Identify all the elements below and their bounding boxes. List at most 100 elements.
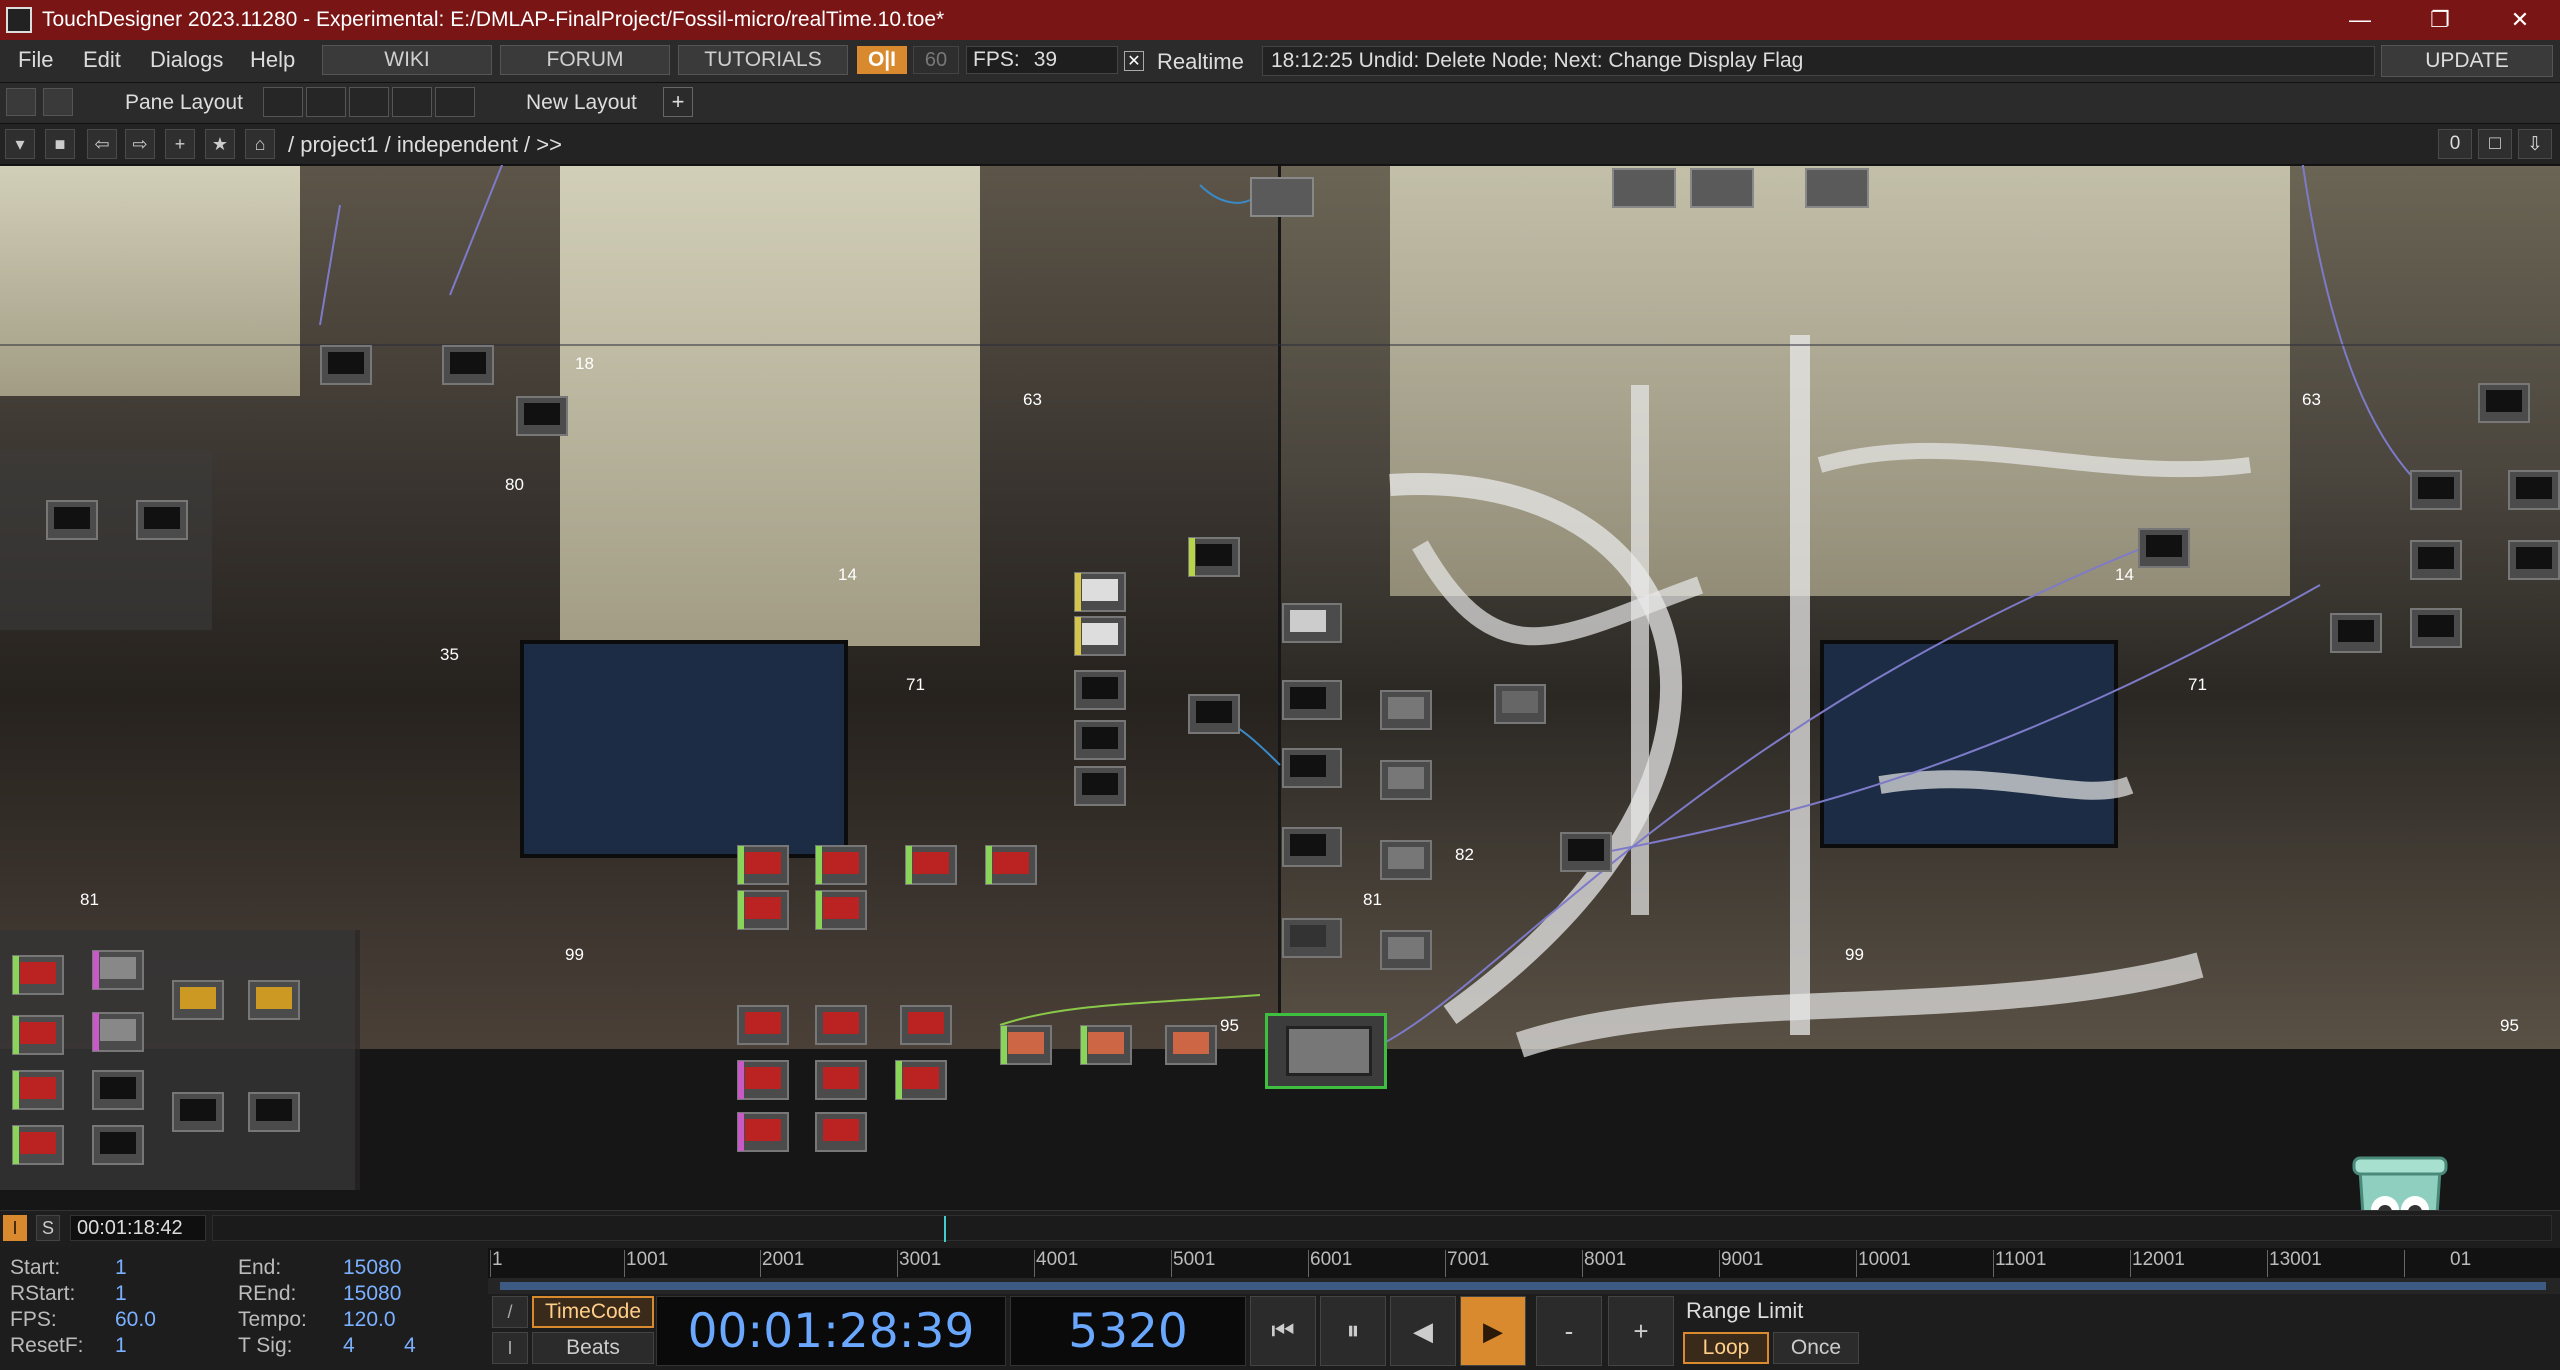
maximize-pane-icon[interactable]: □ [2478, 129, 2512, 159]
tempo-value[interactable]: 120.0 [343, 1308, 396, 1332]
network-node[interactable] [2478, 383, 2530, 423]
back-icon[interactable]: ⇦ [87, 129, 117, 159]
network-node[interactable] [1282, 827, 1342, 867]
timecode-button[interactable]: TimeCode [532, 1296, 654, 1328]
network-node[interactable] [172, 1092, 224, 1132]
resetf-value[interactable]: 1 [115, 1334, 127, 1358]
network-node[interactable] [12, 955, 64, 995]
layout-split-vertical-icon[interactable] [306, 87, 346, 117]
frame-display[interactable]: 5320 [1010, 1296, 1246, 1366]
network-node[interactable] [2138, 528, 2190, 568]
render-node[interactable] [1612, 168, 1676, 208]
network-node[interactable] [815, 1112, 867, 1152]
network-node[interactable] [1188, 694, 1240, 734]
network-node[interactable] [1074, 720, 1126, 760]
rewind-button[interactable]: ⏮ [1250, 1296, 1316, 1366]
edge-node[interactable] [1690, 168, 1754, 208]
once-button[interactable]: Once [1773, 1332, 1859, 1364]
star-icon[interactable]: ★ [205, 129, 235, 159]
end-value[interactable]: 15080 [343, 1256, 401, 1280]
network-node[interactable] [1380, 930, 1432, 970]
playhead[interactable] [944, 1216, 946, 1242]
chevron-down-icon[interactable]: ▾ [5, 129, 35, 159]
network-node[interactable] [248, 980, 300, 1020]
network-node[interactable] [92, 1012, 144, 1052]
fps-limit-field[interactable]: 60 [913, 46, 959, 74]
in-toggle[interactable]: I [3, 1215, 27, 1241]
network-node[interactable] [1074, 766, 1126, 806]
tutorials-button[interactable]: TUTORIALS [678, 45, 848, 75]
network-node[interactable] [92, 1125, 144, 1165]
network-node[interactable] [1560, 832, 1612, 872]
forum-button[interactable]: FORUM [500, 45, 670, 75]
network-node[interactable] [1282, 918, 1342, 958]
menu-edit[interactable]: Edit [83, 47, 121, 73]
import-icon[interactable] [43, 88, 73, 116]
network-node[interactable] [1380, 690, 1432, 730]
network-node[interactable] [1074, 572, 1126, 612]
fps-setting-value[interactable]: 60.0 [115, 1308, 156, 1332]
network-node[interactable] [2508, 540, 2560, 580]
network-node[interactable] [516, 396, 568, 436]
close-button[interactable]: ✕ [2480, 0, 2560, 40]
network-node[interactable] [2410, 540, 2462, 580]
add-icon[interactable]: + [165, 129, 195, 159]
network-node[interactable] [2410, 470, 2462, 510]
network-node[interactable] [248, 1092, 300, 1132]
network-node[interactable] [1282, 748, 1342, 788]
update-button[interactable]: UPDATE [2381, 45, 2553, 77]
rend-value[interactable]: 15080 [343, 1282, 401, 1306]
range-fill[interactable] [500, 1282, 2546, 1290]
network-node[interactable] [92, 950, 144, 990]
network-node[interactable] [1494, 684, 1546, 724]
network-node[interactable] [2330, 613, 2382, 653]
network-node[interactable] [1165, 1025, 1217, 1065]
network-node[interactable] [12, 1070, 64, 1110]
network-node[interactable] [1380, 760, 1432, 800]
network-node[interactable] [815, 1060, 867, 1100]
layout-split-horizontal-icon[interactable] [349, 87, 389, 117]
oi-toggle-button[interactable]: O|I [857, 46, 907, 74]
s-toggle[interactable]: S [36, 1215, 60, 1241]
network-node[interactable] [815, 890, 867, 930]
network-node[interactable] [815, 845, 867, 885]
tsig-value-denominator[interactable]: 4 [404, 1334, 416, 1358]
rstart-value[interactable]: 1 [115, 1282, 127, 1306]
network-node[interactable] [815, 1005, 867, 1045]
network-node[interactable] [46, 500, 98, 540]
network-node[interactable] [442, 345, 494, 385]
counter-field[interactable]: 0 [2438, 129, 2472, 159]
step-back-button[interactable]: ◀ [1390, 1296, 1456, 1366]
network-node[interactable] [737, 845, 789, 885]
restore-button[interactable]: ❐ [2400, 0, 2480, 40]
network-path[interactable]: / project1 / independent / >> [288, 132, 562, 158]
network-node[interactable] [92, 1070, 144, 1110]
network-node[interactable] [2410, 608, 2462, 648]
minimize-button[interactable]: — [2320, 0, 2400, 40]
network-node[interactable] [737, 890, 789, 930]
menu-dialogs[interactable]: Dialogs [150, 47, 223, 73]
network-node[interactable] [1074, 616, 1126, 656]
beats-button[interactable]: Beats [532, 1332, 654, 1364]
range-bar[interactable] [488, 1278, 2560, 1294]
network-node[interactable] [1282, 680, 1342, 720]
pause-button[interactable]: ⏸ [1320, 1296, 1386, 1366]
network-node[interactable] [737, 1005, 789, 1045]
network-node[interactable] [905, 845, 957, 885]
slash-toggle[interactable]: / [492, 1296, 528, 1328]
network-node[interactable] [895, 1060, 947, 1100]
network-node[interactable] [1080, 1025, 1132, 1065]
play-button[interactable]: ▶ [1460, 1296, 1526, 1366]
menu-help[interactable]: Help [250, 47, 295, 73]
network-node[interactable] [1380, 840, 1432, 880]
stop-icon[interactable]: ■ [45, 129, 75, 159]
forward-icon[interactable]: ⇨ [125, 129, 155, 159]
network-node[interactable] [737, 1060, 789, 1100]
network-view-icon[interactable] [6, 88, 36, 116]
network-node[interactable] [172, 980, 224, 1020]
layout-three-icon[interactable] [392, 87, 432, 117]
network-node[interactable] [1282, 603, 1342, 643]
loop-button[interactable]: Loop [1683, 1332, 1769, 1364]
text1-node-selected[interactable] [1265, 1013, 1387, 1089]
network-node[interactable] [1188, 537, 1240, 577]
